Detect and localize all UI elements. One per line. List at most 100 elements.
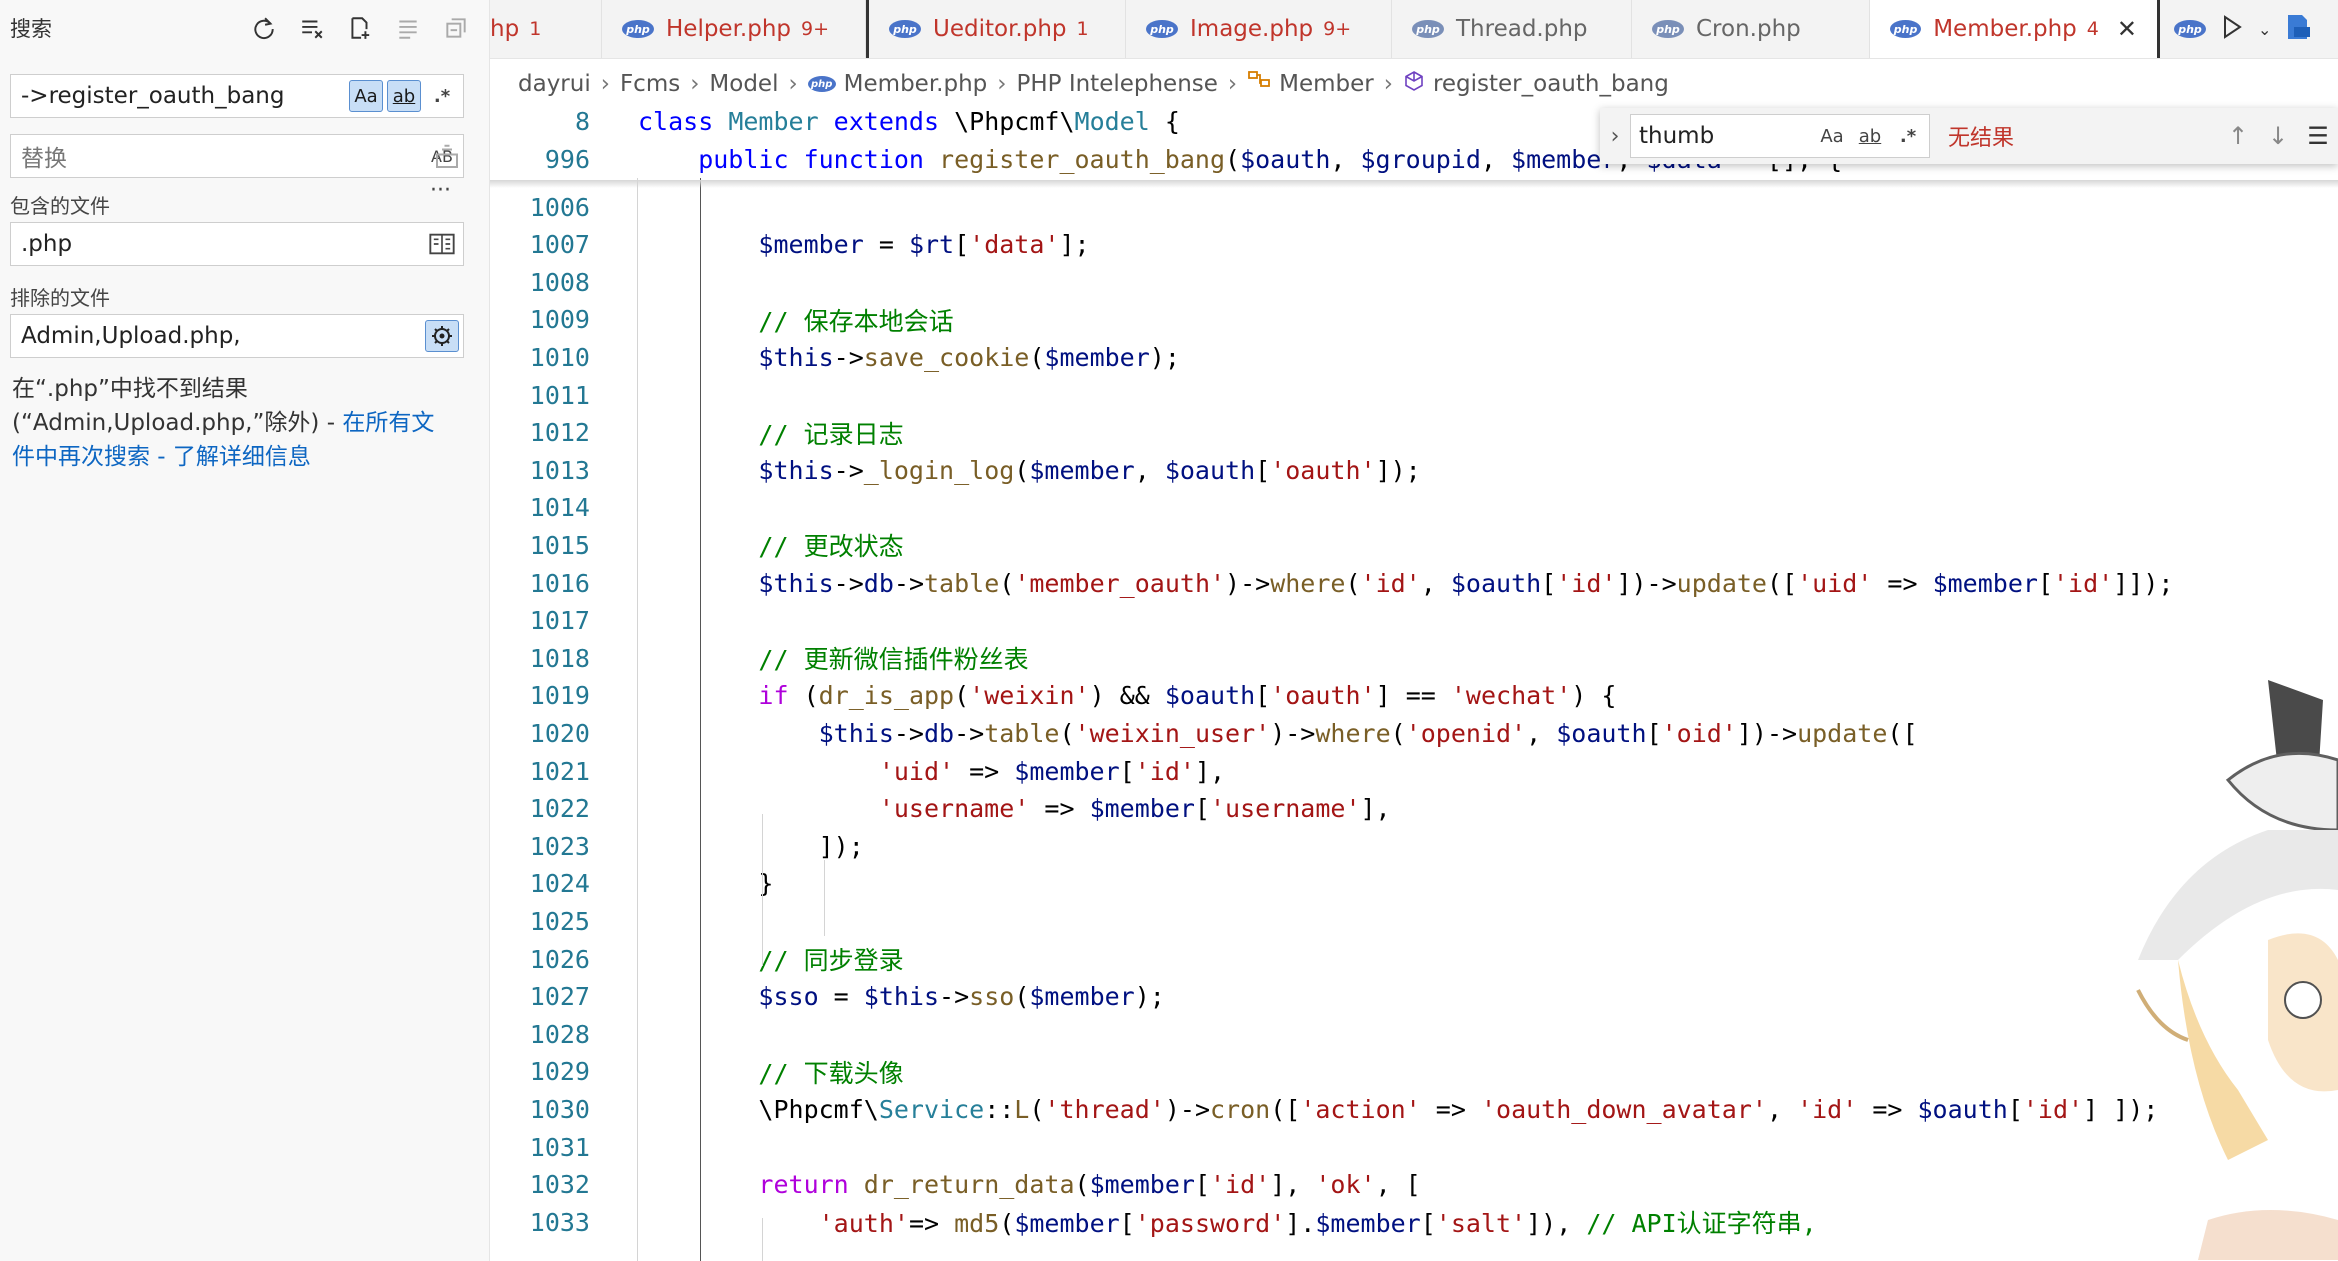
line-code[interactable]: // 保存本地会话: [638, 302, 953, 338]
close-tab-icon[interactable]: ✕: [2117, 15, 2137, 43]
regex-toggle[interactable]: .*: [425, 80, 459, 112]
breadcrumb-item[interactable]: PHP Intelephense: [1016, 71, 1217, 97]
code-line[interactable]: 1030 \Phpcmf\Service::L('thread')->cron(…: [490, 1090, 2338, 1128]
next-match-icon[interactable]: ↓: [2258, 122, 2298, 150]
include-value[interactable]: .php: [21, 231, 425, 257]
breadcrumb-item[interactable]: dayrui: [518, 71, 591, 97]
find-input[interactable]: thumb Aa ab .*: [1630, 114, 1930, 158]
code-line[interactable]: 1023 ]);: [490, 827, 2338, 865]
line-code[interactable]: 'username' => $member['username'],: [638, 794, 1391, 823]
more-options-toggle[interactable]: ···: [430, 178, 451, 203]
code-line[interactable]: 1011: [490, 376, 2338, 414]
code-line[interactable]: 1008: [490, 263, 2338, 301]
tab-partial[interactable]: hp 1: [490, 0, 602, 58]
line-code[interactable]: 'auth'=> md5($member['password'].$member…: [638, 1204, 1817, 1240]
breadcrumb-item[interactable]: Member.php: [844, 71, 988, 97]
tab-member-php[interactable]: php Member.php 4 ✕: [1870, 0, 2160, 58]
code-line[interactable]: 1026 // 同步登录: [490, 940, 2338, 978]
tab-helper-php[interactable]: php Helper.php 9+: [602, 0, 866, 58]
line-code[interactable]: // 更新微信插件粉丝表: [638, 640, 1028, 676]
tab-ueditor-php[interactable]: php Ueditor.php 1: [866, 0, 1126, 58]
clear-results-icon[interactable]: [297, 13, 327, 43]
php-icon[interactable]: php: [2174, 20, 2206, 38]
code-line[interactable]: 1009 // 保存本地会话: [490, 301, 2338, 339]
tab-image-php[interactable]: php Image.php 9+: [1126, 0, 1392, 58]
code-line[interactable]: 1028: [490, 1015, 2338, 1053]
code-line[interactable]: 1022 'username' => $member['username'],: [490, 790, 2338, 828]
code-line[interactable]: 1021 'uid' => $member['id'],: [490, 752, 2338, 790]
line-code[interactable]: // 下载头像: [638, 1054, 903, 1090]
line-code[interactable]: // 同步登录: [638, 941, 903, 977]
whole-word-toggle[interactable]: ab: [387, 80, 421, 112]
line-code[interactable]: }: [638, 869, 773, 898]
line-code[interactable]: $this->db->table('member_oauth')->where(…: [638, 569, 2173, 598]
code-line[interactable]: 1015 // 更改状态: [490, 526, 2338, 564]
files-to-include-input[interactable]: .php: [10, 222, 464, 266]
line-code[interactable]: ]);: [638, 832, 864, 861]
find-whole-word-toggle[interactable]: ab: [1853, 120, 1887, 152]
toggle-replace-icon[interactable]: ›: [1600, 124, 1630, 149]
line-code[interactable]: // 更改状态: [638, 527, 903, 563]
find-match-case-toggle[interactable]: Aa: [1815, 120, 1849, 152]
code-line[interactable]: 1032 return dr_return_data($member['id']…: [490, 1166, 2338, 1204]
tab-cron-php[interactable]: php Cron.php: [1632, 0, 1870, 58]
code-line[interactable]: 1025: [490, 902, 2338, 940]
use-exclude-settings-icon[interactable]: [425, 320, 459, 352]
code-line[interactable]: 1014: [490, 489, 2338, 527]
code-line[interactable]: 1033 'auth'=> md5($member['password'].$m…: [490, 1203, 2338, 1241]
find-in-selection-icon[interactable]: ☰: [2298, 122, 2338, 150]
search-input[interactable]: ->register_oauth_bang Aa ab .*: [10, 74, 464, 118]
previous-match-icon[interactable]: ↑: [2218, 122, 2258, 150]
line-code[interactable]: // 记录日志: [638, 415, 903, 451]
replace-all-icon[interactable]: [432, 142, 462, 176]
line-code[interactable]: \Phpcmf\Service::L('thread')->cron(['act…: [638, 1095, 2158, 1124]
code-token: $this: [638, 342, 834, 372]
line-code[interactable]: 'uid' => $member['id'],: [638, 757, 1225, 786]
run-icon[interactable]: [2220, 14, 2244, 44]
tab-thread-php[interactable]: php Thread.php: [1392, 0, 1632, 58]
code-line[interactable]: 1020 $this->db->table('weixin_user')->wh…: [490, 714, 2338, 752]
line-code[interactable]: $this->save_cookie($member);: [638, 342, 1179, 372]
breadcrumb-item[interactable]: Model: [709, 71, 778, 97]
code-editor[interactable]: 8 class Member extends \Phpcmf\Model {996…: [490, 104, 2338, 1261]
code-line[interactable]: 1010 $this->save_cookie($member);: [490, 338, 2338, 376]
code-line[interactable]: 1006: [490, 188, 2338, 226]
match-case-toggle[interactable]: Aa: [349, 80, 383, 112]
code-line[interactable]: 1024 }: [490, 865, 2338, 903]
chevron-down-icon[interactable]: ⌄: [2258, 20, 2271, 39]
line-code[interactable]: $sso = $this->sso($member);: [638, 982, 1164, 1011]
breadcrumb-item[interactable]: register_oauth_bang: [1433, 71, 1669, 97]
search-input-value[interactable]: ->register_oauth_bang: [21, 83, 349, 109]
collapse-all-icon[interactable]: [441, 13, 471, 43]
exclude-value[interactable]: Admin,Upload.php,: [21, 323, 425, 349]
files-to-exclude-input[interactable]: Admin,Upload.php,: [10, 314, 464, 358]
code-line[interactable]: 1031: [490, 1128, 2338, 1166]
line-code[interactable]: $this->db->table('weixin_user')->where('…: [638, 719, 1918, 748]
breadcrumb-item[interactable]: Member: [1279, 71, 1374, 97]
line-code[interactable]: $this->_login_log($member, $oauth['oauth…: [638, 456, 1420, 485]
line-code[interactable]: return dr_return_data($member['id'], 'ok…: [638, 1170, 1420, 1199]
line-code[interactable]: if (dr_is_app('weixin') && $oauth['oauth…: [638, 681, 1616, 710]
code-line[interactable]: 1012 // 记录日志: [490, 414, 2338, 452]
new-search-editor-icon[interactable]: [345, 13, 375, 43]
breadcrumb-item[interactable]: Fcms: [620, 71, 680, 97]
replace-placeholder[interactable]: 替换: [21, 139, 425, 173]
only-open-editors-icon[interactable]: [425, 228, 459, 260]
code-line[interactable]: 1018 // 更新微信插件粉丝表: [490, 639, 2338, 677]
refresh-icon[interactable]: [249, 13, 279, 43]
code-line[interactable]: 1013 $this->_login_log($member, $oauth['…: [490, 451, 2338, 489]
line-code[interactable]: class Member extends \Phpcmf\Model {: [638, 107, 1180, 136]
line-code[interactable]: $member = $rt['data'];: [638, 230, 1089, 259]
code-line[interactable]: 1029 // 下载头像: [490, 1053, 2338, 1091]
view-as-tree-icon[interactable]: [393, 13, 423, 43]
code-line[interactable]: 1019 if (dr_is_app('weixin') && $oauth['…: [490, 677, 2338, 715]
code-line[interactable]: 1027 $sso = $this->sso($member);: [490, 978, 2338, 1016]
learn-more-link[interactable]: 了解详细信息: [173, 444, 311, 470]
php-preview-icon[interactable]: [2285, 13, 2311, 45]
code-line[interactable]: 1016 $this->db->table('member_oauth')->w…: [490, 564, 2338, 602]
replace-input[interactable]: 替换 AB: [10, 134, 464, 178]
find-regex-toggle[interactable]: .*: [1891, 120, 1925, 152]
code-line[interactable]: 1007 $member = $rt['data'];: [490, 226, 2338, 264]
find-input-value[interactable]: thumb: [1639, 123, 1815, 149]
code-line[interactable]: 1017: [490, 602, 2338, 640]
